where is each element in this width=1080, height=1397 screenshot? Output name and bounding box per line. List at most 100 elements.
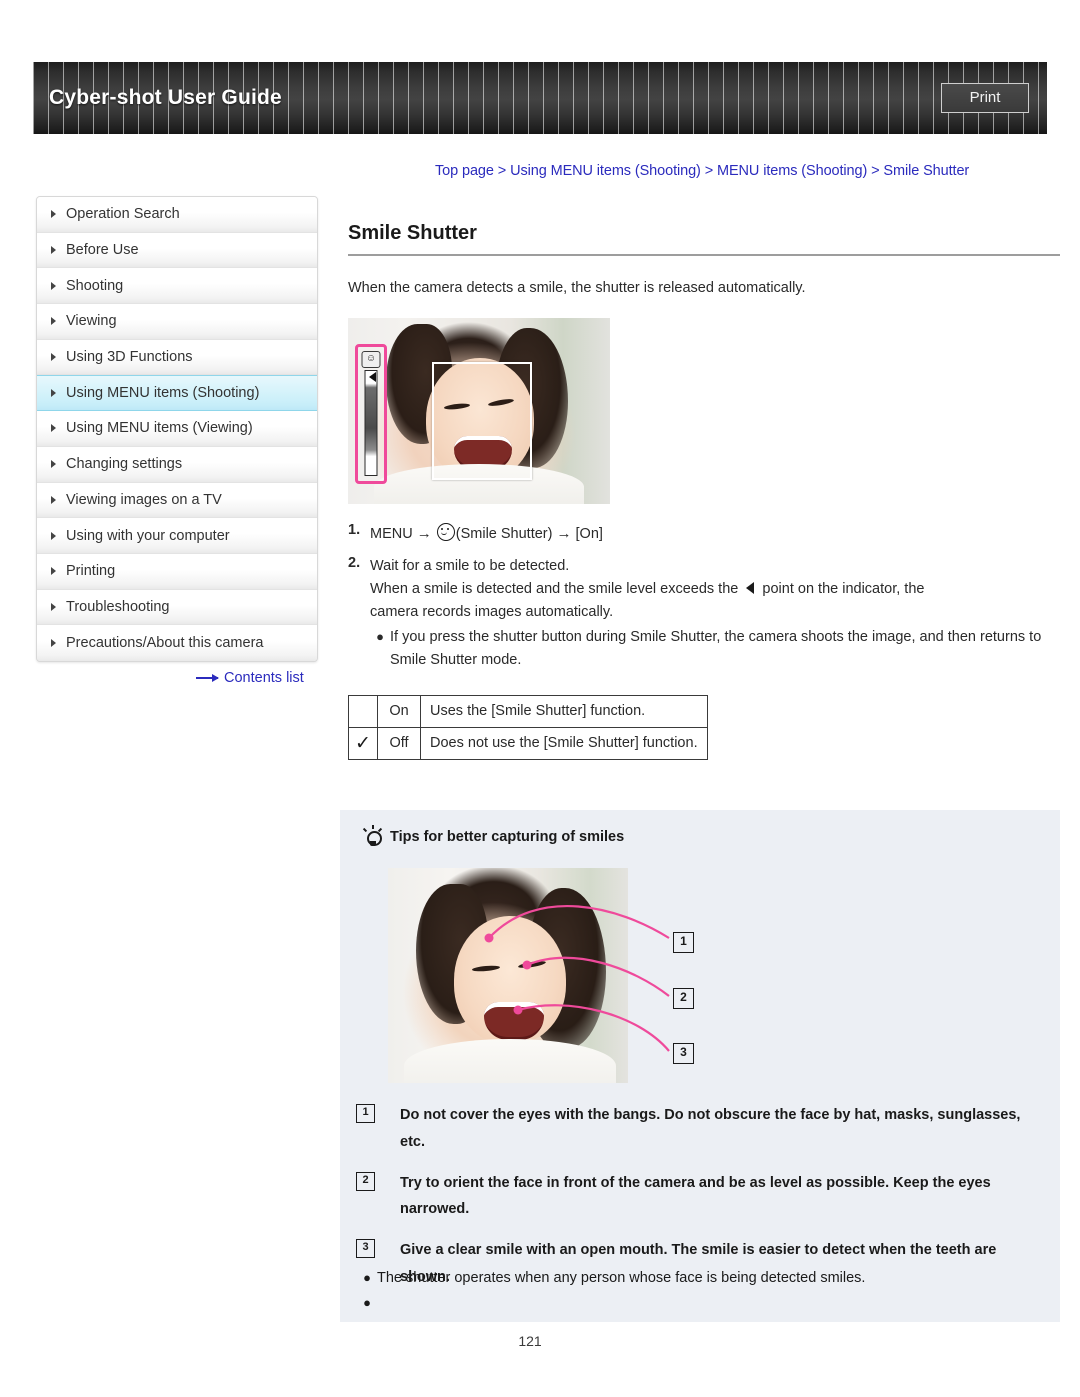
- sidebar-item-using-3d-functions[interactable]: Using 3D Functions: [37, 339, 317, 376]
- chevron-right-icon: [51, 210, 56, 219]
- sidebar-item-before-use[interactable]: Before Use: [37, 232, 317, 269]
- app-title: Cyber-shot User Guide: [49, 86, 282, 109]
- tips-heading: Tips for better capturing of smiles: [362, 825, 625, 848]
- callout-badge-3: 3: [673, 1043, 694, 1064]
- sidebar-item-using-menu-items-shooting[interactable]: Using MENU items (Shooting): [37, 375, 317, 412]
- sidebar-item-label: Precautions/About this camera: [66, 635, 264, 652]
- app-header: Cyber-shot User Guide Print: [33, 62, 1047, 134]
- callout-badge-2: 2: [673, 988, 694, 1009]
- sidebar-item-troubleshooting[interactable]: Troubleshooting: [37, 589, 317, 626]
- step-body: Wait for a smile to be detected. When a …: [370, 555, 1060, 673]
- arrow-right-icon: [196, 674, 219, 682]
- chevron-right-icon: [51, 317, 56, 326]
- chevron-right-icon: [51, 639, 56, 648]
- chevron-right-icon: [51, 567, 56, 576]
- callout-badge-1: 1: [673, 932, 694, 953]
- page-number-value: 121: [518, 1333, 542, 1349]
- tip-item-2: 2 Try to orient the face in front of the…: [356, 1170, 1046, 1224]
- smile-shutter-icon: ☺: [361, 351, 381, 368]
- chevron-right-icon: [51, 424, 56, 433]
- sidebar-item-precautions-about-this-camera[interactable]: Precautions/About this camera: [37, 625, 317, 661]
- triangle-left-icon: [746, 581, 755, 594]
- step-2-line-1: Wait for a smile to be detected.: [370, 557, 570, 574]
- step-number: 1.: [348, 522, 361, 538]
- sidebar-item-label: Shooting: [66, 277, 124, 294]
- sidebar-nav: Operation Search Before Use Shooting Vie…: [36, 196, 318, 662]
- bullet-icon: ●: [363, 1270, 371, 1285]
- tips-bullet-2: ●: [357, 1292, 1047, 1313]
- bullet-icon: ●: [363, 1295, 371, 1311]
- sidebar-item-label: Operation Search: [66, 206, 180, 223]
- table-row[interactable]: On Uses the [Smile Shutter] function.: [348, 694, 708, 728]
- tips-bullet-1: ● The shutter operates when any person w…: [357, 1267, 1047, 1290]
- sidebar-item-label: Using with your computer: [66, 527, 230, 544]
- option-label: On: [377, 694, 421, 728]
- sidebar-item-using-menu-items-viewing[interactable]: Using MENU items (Viewing): [37, 411, 317, 447]
- contents-list-link[interactable]: Contents list: [196, 670, 304, 686]
- sidebar-item-shooting[interactable]: Shooting: [37, 268, 317, 305]
- option-table: On Uses the [Smile Shutter] function. ✓ …: [348, 694, 708, 760]
- title-divider: [348, 254, 1060, 256]
- smile-detection-photo: ☺: [348, 318, 610, 504]
- sidebar-item-operation-search[interactable]: Operation Search: [37, 197, 317, 233]
- sidebar-item-label: Using 3D Functions: [66, 349, 193, 366]
- sidebar-item-viewing[interactable]: Viewing: [37, 304, 317, 340]
- face-detection-frame: [432, 362, 532, 480]
- checkmark-icon: ✓: [355, 732, 371, 754]
- step-body: MENU → (Smile Shutter) → [On]: [370, 522, 1060, 546]
- step-1-post-label: [On]: [575, 526, 603, 542]
- photo-body: [404, 1039, 616, 1083]
- step-2-line-2b: point on the indicator, the: [762, 580, 925, 597]
- step-2-note: ● If you press the shutter button during…: [370, 626, 1060, 673]
- photo-mouth: [484, 1002, 544, 1040]
- contents-list-label: Contents list: [224, 670, 304, 686]
- option-description: Does not use the [Smile Shutter] functio…: [420, 726, 708, 760]
- sidebar-item-printing[interactable]: Printing: [37, 553, 317, 590]
- arrow-right-icon: →: [556, 525, 572, 542]
- chevron-right-icon: [51, 281, 56, 290]
- tips-panel: Tips for better capturing of smiles 1 2 …: [340, 810, 1060, 1322]
- breadcrumb[interactable]: Top page > Using MENU items (Shooting) >…: [435, 163, 1055, 179]
- step-2-line-3: camera records images automatically.: [370, 603, 614, 620]
- option-description: Uses the [Smile Shutter] function.: [420, 694, 708, 728]
- arrow-right-icon: →: [416, 525, 432, 542]
- chevron-right-icon: [51, 531, 56, 540]
- option-default-marker: ✓: [348, 726, 378, 760]
- page-number: 121: [0, 1333, 1080, 1349]
- chevron-right-icon: [51, 602, 56, 611]
- tips-heading-label: Tips for better capturing of smiles: [390, 829, 625, 845]
- smile-gauge-bar: [364, 370, 378, 476]
- sidebar-item-using-with-your-computer[interactable]: Using with your computer: [37, 518, 317, 554]
- tip-number-badge: 3: [356, 1239, 375, 1259]
- tips-bullet-text: [377, 1292, 1047, 1313]
- chevron-right-icon: [51, 389, 56, 398]
- sidebar-item-label: Viewing images on a TV: [66, 491, 222, 508]
- step-2-note-text: If you press the shutter button during S…: [390, 628, 1042, 669]
- smile-level-indicator: ☺: [355, 344, 387, 484]
- sidebar-item-label: Troubleshooting: [66, 598, 170, 615]
- step-1: 1. MENU → (Smile Shutter) → [On]: [348, 522, 1060, 546]
- step-1-menu-label: MENU: [370, 526, 413, 542]
- sidebar-item-changing-settings[interactable]: Changing settings: [37, 446, 317, 483]
- intro-paragraph: When the camera detects a smile, the shu…: [348, 280, 806, 296]
- sidebar-item-label: Before Use: [66, 242, 139, 259]
- tips-photo-with-callouts: 1 2 3: [388, 868, 698, 1083]
- tip-text: Do not cover the eyes with the bangs. Do…: [400, 1107, 1021, 1150]
- tips-bullet-text: The shutter operates when any person who…: [377, 1270, 866, 1286]
- step-2-line-2: When a smile is detected and the smile l…: [370, 578, 1060, 601]
- chevron-right-icon: [51, 460, 56, 469]
- instruction-steps: 1. MENU → (Smile Shutter) → [On] 2. Wait…: [348, 522, 1060, 673]
- main-content: Smile Shutter When the camera detects a …: [348, 222, 1060, 760]
- table-row[interactable]: ✓ Off Does not use the [Smile Shutter] f…: [348, 726, 708, 760]
- bullet-icon: ●: [376, 628, 384, 644]
- print-button[interactable]: Print: [941, 83, 1029, 113]
- sidebar-item-label: Printing: [66, 563, 116, 580]
- tip-item-1: 1 Do not cover the eyes with the bangs. …: [356, 1102, 1046, 1156]
- step-number: 2.: [348, 554, 361, 571]
- sidebar-item-viewing-images-on-a-tv[interactable]: Viewing images on a TV: [37, 482, 317, 519]
- smile-threshold-marker-icon: [369, 372, 376, 382]
- step-1-mid-label: (Smile Shutter): [455, 526, 553, 542]
- smile-shutter-icon: [436, 523, 455, 541]
- option-label: Off: [377, 726, 421, 760]
- page-title: Smile Shutter: [348, 222, 477, 244]
